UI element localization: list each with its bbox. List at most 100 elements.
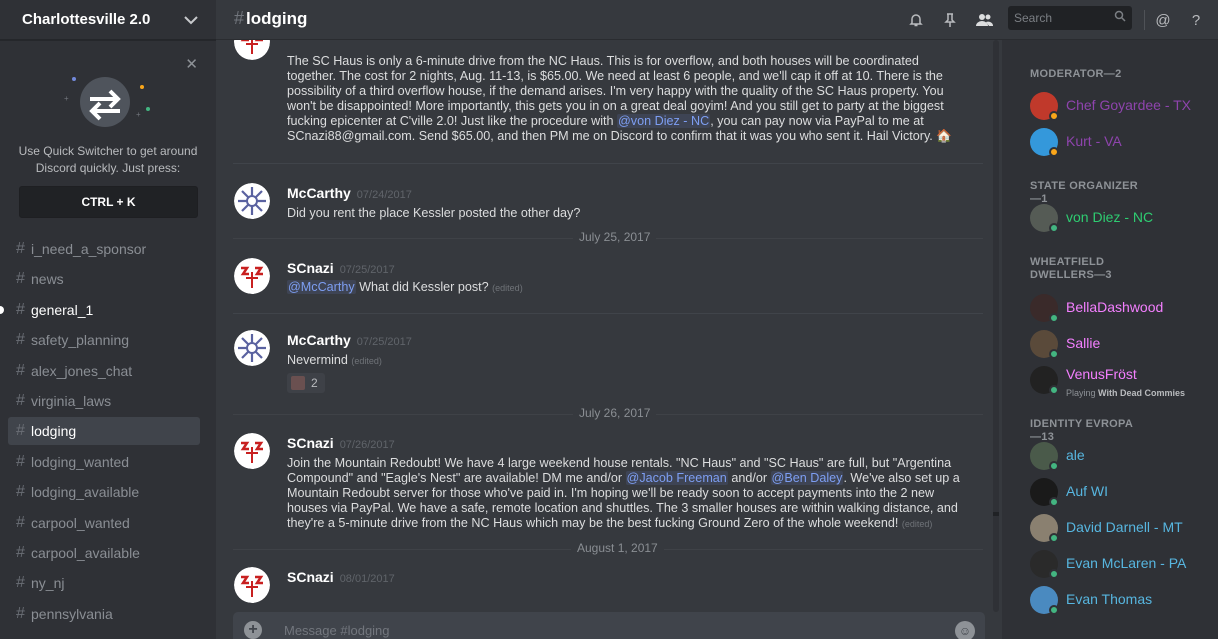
reaction-count: 2	[311, 376, 318, 390]
hash-icon: #	[16, 240, 25, 257]
avatar[interactable]	[234, 258, 270, 294]
channel-item-lodging_available[interactable]: # lodging_available	[8, 478, 200, 506]
timestamp: 07/26/2017	[339, 439, 395, 451]
channel-item-lodging[interactable]: # lodging	[8, 417, 200, 446]
channel-name: news	[31, 271, 64, 288]
members-icon[interactable]	[974, 10, 994, 30]
message-text: What did Kessler post?	[355, 280, 489, 294]
channel-item-pennsylvania[interactable]: # pennsylvania	[8, 600, 200, 628]
avatar[interactable]	[234, 183, 270, 219]
user-mention[interactable]: @Ben Daley	[770, 471, 844, 485]
avatar[interactable]	[234, 330, 270, 366]
member-item[interactable]: David Darnell - MT	[1030, 514, 1216, 550]
channel-item-lodging_wanted[interactable]: # lodging_wanted	[8, 448, 200, 476]
channel-title-text: lodging	[246, 9, 308, 28]
status-icon	[1049, 349, 1059, 359]
channel-name: lodging	[31, 423, 77, 440]
message-input[interactable]: Message #lodging	[284, 623, 390, 638]
edited-tag: (edited)	[492, 283, 523, 293]
member-item[interactable]: Chef Goyardee - TX	[1030, 92, 1216, 128]
scrollbar-thumb[interactable]	[993, 512, 999, 516]
hash-icon: #	[16, 361, 25, 379]
avatar[interactable]	[234, 433, 270, 469]
member-item[interactable]: Evan McLaren - PA	[1030, 550, 1216, 586]
username[interactable]: SCnazi	[287, 569, 334, 585]
status-icon	[1049, 569, 1059, 579]
channel-name: general_1	[31, 301, 94, 318]
date-label: August 1, 2017	[571, 541, 664, 555]
status-icon	[1049, 461, 1059, 471]
member-item[interactable]: BellaDashwood	[1030, 294, 1216, 330]
status-icon	[1049, 533, 1059, 543]
channel-item-general_1[interactable]: # general_1	[8, 296, 200, 324]
channel-item-ny_nj[interactable]: # ny_nj	[8, 569, 200, 597]
avatar[interactable]	[234, 40, 270, 60]
scrollbar[interactable]	[993, 40, 999, 612]
channel-item-carpool_available[interactable]: # carpool_available	[8, 539, 200, 567]
role-header: IDENTITY EVROPA—13	[1030, 418, 1134, 443]
date-divider: August 1, 2017	[233, 541, 983, 555]
user-mention[interactable]: @Jacob Freeman	[625, 471, 728, 485]
message-composer[interactable]: + Message #lodging ☺	[233, 612, 985, 639]
mention-icon[interactable]: @	[1153, 10, 1173, 30]
chevron-down-icon	[184, 15, 198, 24]
member-name: Evan Thomas	[1066, 591, 1153, 607]
hash-icon: #	[16, 331, 25, 349]
message-text: Did you rent the place Kessler posted th…	[287, 206, 581, 220]
channel-item-safety_planning[interactable]: # safety_planning	[8, 326, 200, 354]
bell-icon[interactable]	[906, 10, 926, 30]
channel-title: # lodging	[234, 8, 307, 29]
channel-sidebar: Charlottesville 2.0 ✕ + + Use Quick Swit…	[0, 0, 216, 639]
hash-icon: #	[16, 422, 25, 440]
channel-item-carpool_wanted[interactable]: # carpool_wanted	[8, 509, 200, 537]
status-icon	[1049, 313, 1059, 323]
message-divider	[233, 313, 983, 314]
user-mention[interactable]: @von Diez - NC	[617, 114, 711, 128]
timestamp: 08/01/2017	[339, 573, 395, 585]
date-divider: July 26, 2017	[233, 406, 983, 420]
guild-name: Charlottesville 2.0	[22, 11, 151, 28]
emoji-icon[interactable]: ☺	[955, 621, 975, 639]
username[interactable]: SCnazi	[287, 260, 334, 276]
member-item[interactable]: Kurt - VA	[1030, 128, 1216, 164]
channel-item-alex_jones_chat[interactable]: # alex_jones_chat	[8, 357, 200, 385]
pin-icon[interactable]	[940, 10, 960, 30]
username[interactable]: SCnazi	[287, 435, 334, 451]
help-icon[interactable]: ?	[1186, 10, 1206, 30]
user-mention[interactable]: @McCarthy	[287, 280, 356, 294]
hash-icon: #	[16, 392, 25, 409]
username[interactable]: McCarthy	[287, 185, 351, 201]
upload-plus-icon[interactable]: +	[244, 621, 262, 639]
quick-switcher-shortcut[interactable]: CTRL + K	[19, 186, 198, 218]
channel-name: i_need_a_sponsor	[31, 241, 147, 257]
username[interactable]: McCarthy	[287, 332, 351, 348]
quick-switcher-line1: Use Quick Switcher to get around	[18, 144, 198, 158]
svg-text:+: +	[64, 94, 69, 103]
quick-switcher-line2: Discord quickly. Just press:	[35, 161, 181, 175]
header-divider	[1144, 10, 1145, 30]
member-item[interactable]: Evan Thomas	[1030, 586, 1216, 622]
channel-name: alex_jones_chat	[31, 362, 133, 379]
svg-text:+: +	[136, 110, 141, 119]
member-item[interactable]: Sallie	[1030, 330, 1216, 366]
hash-icon: #	[16, 574, 25, 592]
reaction[interactable]: 2	[287, 373, 325, 393]
date-label: July 25, 2017	[573, 230, 657, 244]
member-name: Evan McLaren - PA	[1066, 555, 1187, 571]
status-icon	[1049, 605, 1059, 615]
member-item[interactable]: ale	[1030, 442, 1216, 478]
channel-item-i_need_a_sponsor[interactable]: # i_need_a_sponsor	[8, 235, 200, 263]
channel-name: virginia_laws	[31, 393, 112, 409]
chat-header: # lodging Search @ ?	[216, 0, 1218, 40]
avatar[interactable]	[234, 567, 270, 603]
member-item[interactable]: von Diez - NC	[1030, 204, 1216, 240]
channel-item-news[interactable]: # news	[8, 265, 200, 293]
member-item[interactable]: VenusFröst Playing With Dead Commies	[1030, 366, 1216, 402]
channel-item-virginia_laws[interactable]: # virginia_laws	[8, 387, 200, 415]
role-header: STATE ORGANIZER—1	[1030, 180, 1138, 205]
hash-icon: #	[16, 483, 25, 501]
member-item[interactable]: Auf WI	[1030, 478, 1216, 514]
hash-icon: #	[16, 604, 25, 622]
close-icon[interactable]: ✕	[185, 55, 198, 73]
guild-header[interactable]: Charlottesville 2.0	[0, 0, 216, 40]
